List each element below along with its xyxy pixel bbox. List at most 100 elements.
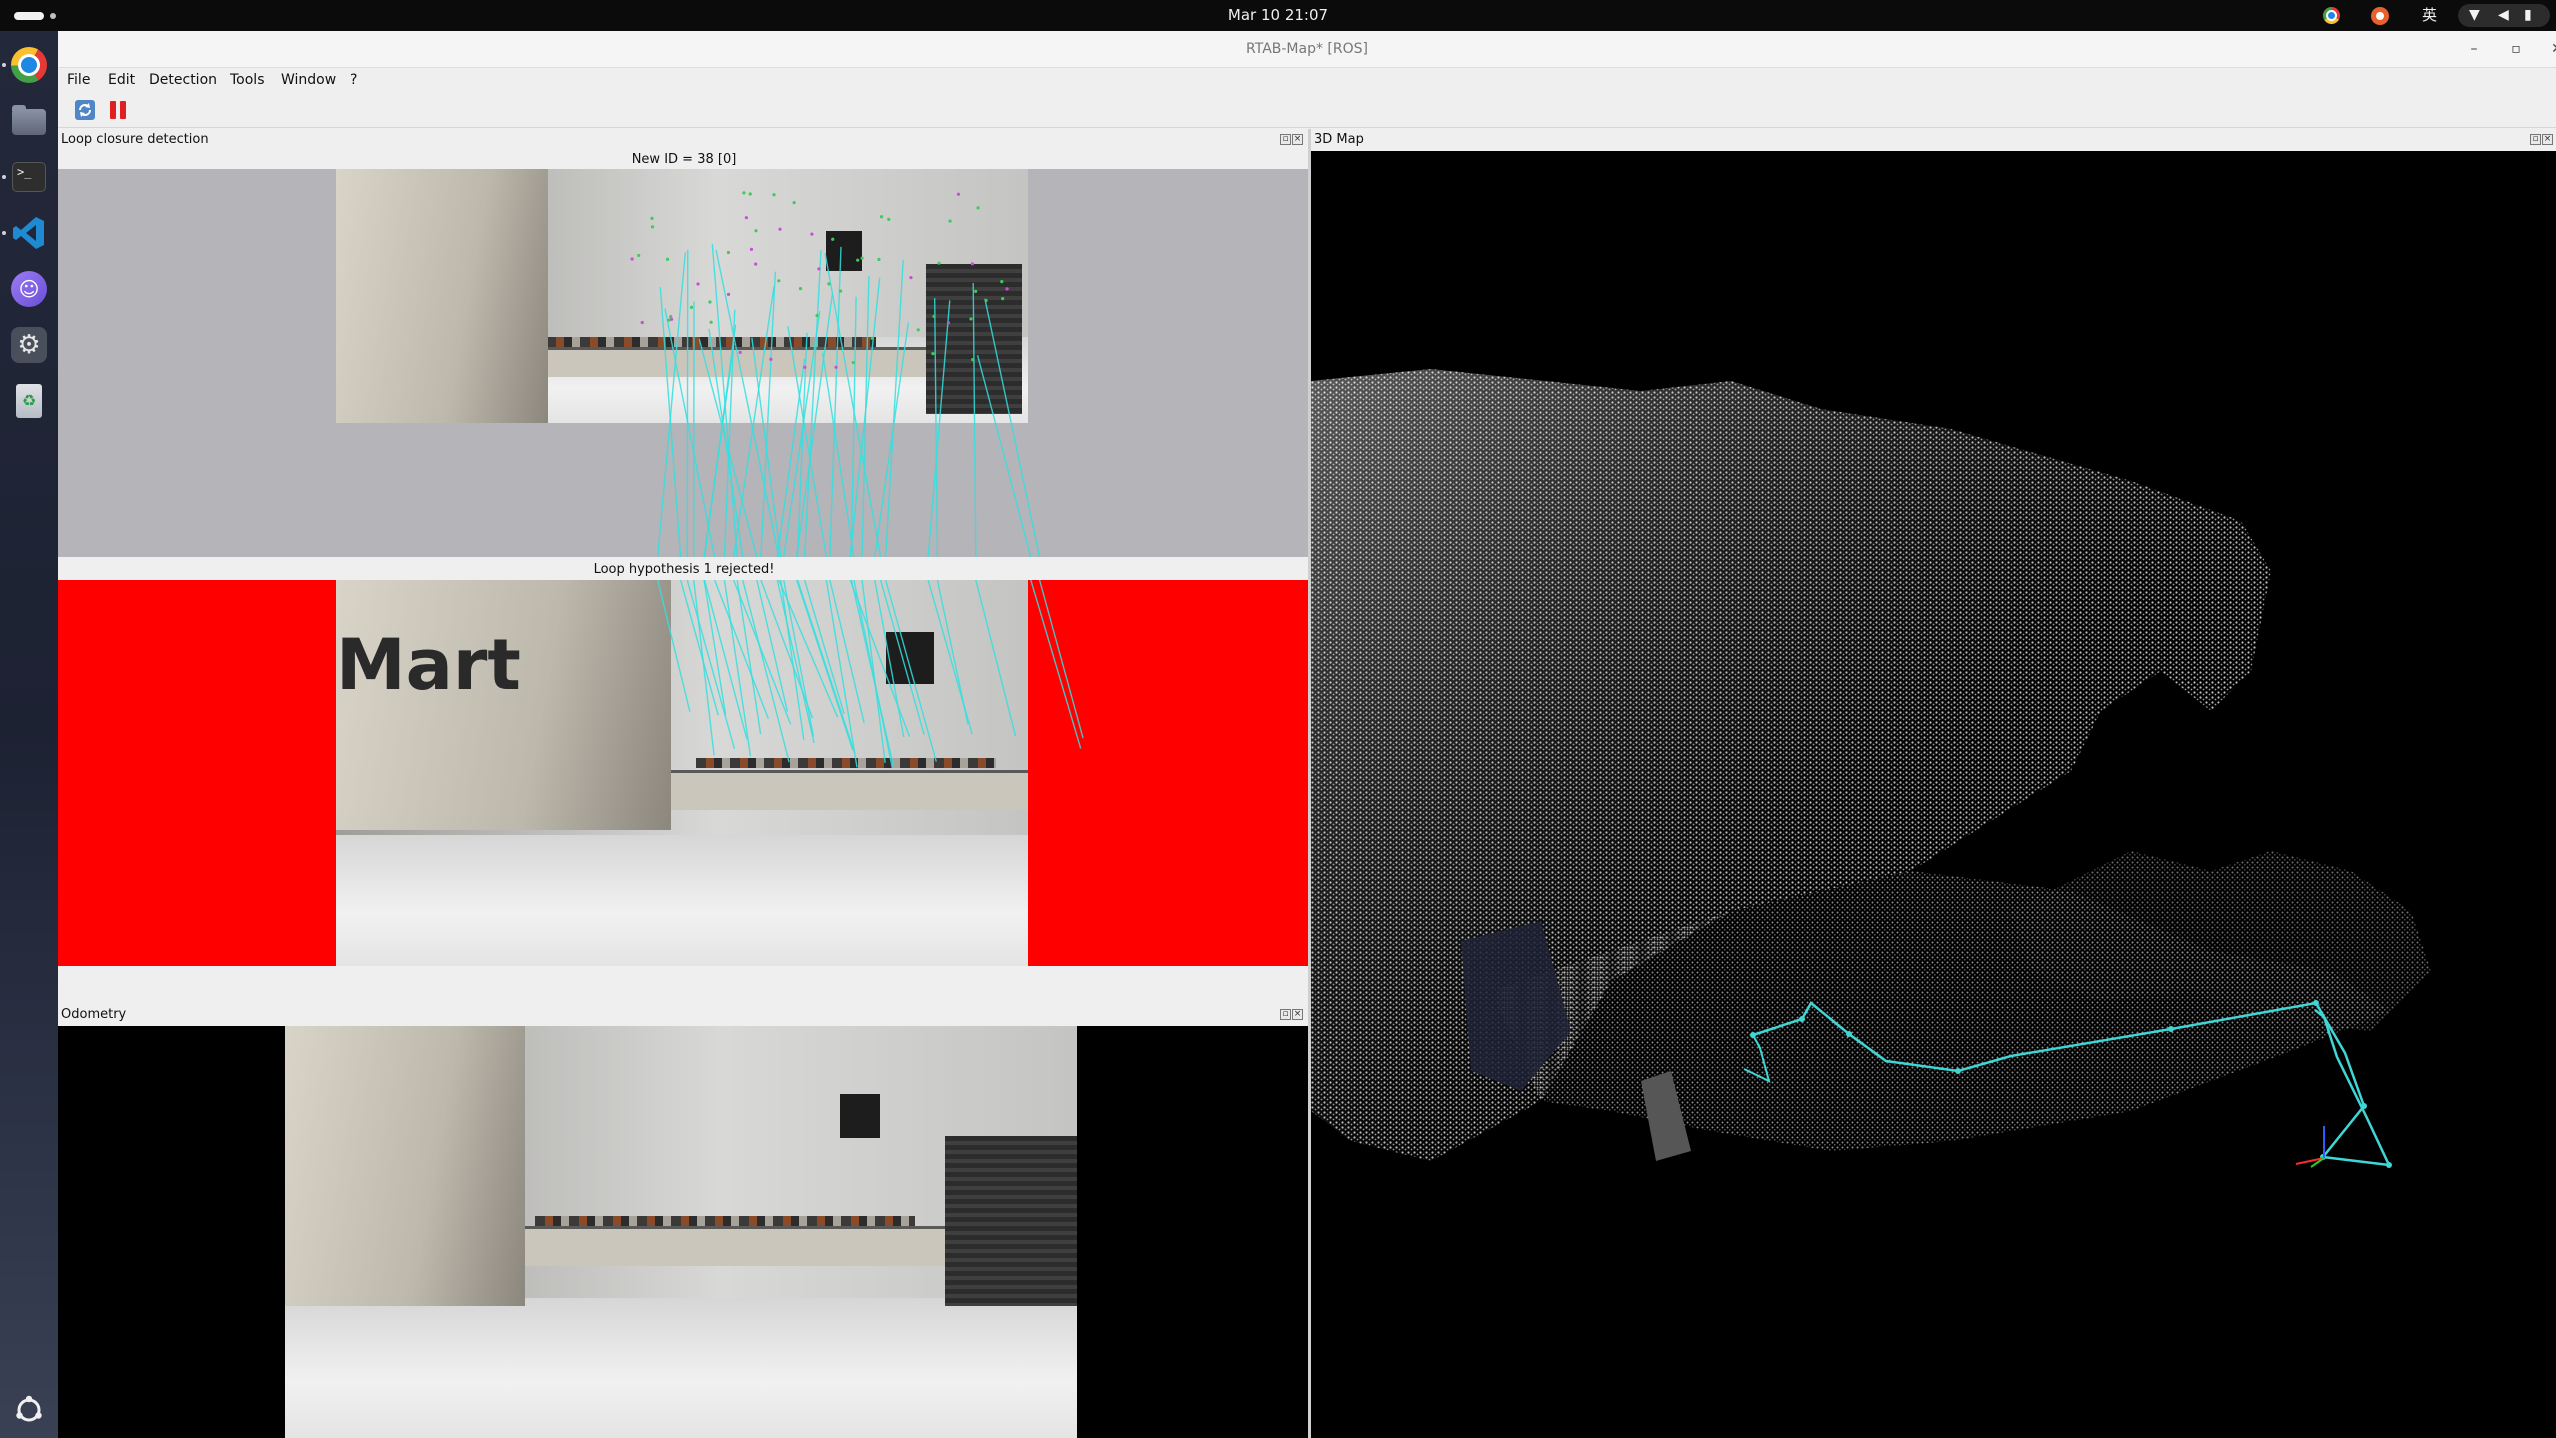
menu-help[interactable]: ? <box>350 68 357 92</box>
loop-image-view[interactable]: Mart <box>58 580 1308 966</box>
map-panel-title: 3D Map <box>1314 132 1364 147</box>
toolbar <box>58 92 2556 128</box>
menu-tools[interactable]: Tools <box>230 68 265 92</box>
feature-match-line <box>780 580 805 741</box>
terminal-prompt-glyph: >_ <box>12 162 46 192</box>
keypoint <box>1000 279 1004 284</box>
menu-window[interactable]: Window <box>281 68 336 92</box>
wall-board <box>840 1094 880 1138</box>
panel-float-button[interactable]: ▫ <box>1280 134 1291 145</box>
map-panel-header[interactable]: 3D Map ▫ × <box>1311 129 2556 151</box>
feature-match-line <box>760 271 777 557</box>
input-method-indicator[interactable]: 英 <box>2422 0 2437 31</box>
keypoint <box>744 216 748 220</box>
keypoint <box>827 282 831 286</box>
feature-match-line <box>1038 580 1084 739</box>
trajectory-graph <box>1743 1000 2392 1168</box>
vscode-icon[interactable] <box>8 212 50 254</box>
keypoint <box>877 257 881 262</box>
terminal-icon[interactable]: >_ <box>8 156 50 198</box>
keypoint <box>856 258 860 262</box>
menu-detection[interactable]: Detection <box>149 68 217 92</box>
keypoint <box>984 298 988 303</box>
odometry-camera-image <box>285 1026 1077 1438</box>
odometry-panel-header[interactable]: Odometry ▫ × <box>58 1004 1310 1026</box>
show-apps-icon[interactable] <box>8 1389 50 1431</box>
wifi-icon: ▼ <box>2469 7 2480 23</box>
keypoint <box>754 262 758 266</box>
feature-matches-overlay <box>630 191 1041 557</box>
keypoint <box>956 192 961 196</box>
panel-float-button[interactable]: ▫ <box>1280 1009 1291 1020</box>
keypoint <box>650 216 654 220</box>
refresh-icon[interactable] <box>74 99 96 121</box>
settings-icon[interactable]: ⚙ <box>8 324 50 366</box>
feature-match-line <box>664 308 716 557</box>
chrome-tray-icon[interactable] <box>2323 7 2340 24</box>
foreground-box <box>285 1026 525 1306</box>
feature-match-line <box>803 580 845 715</box>
feature-match-line <box>936 580 969 725</box>
3d-map-view[interactable] <box>1311 151 2556 1438</box>
minimize-button[interactable]: – <box>2459 31 2489 68</box>
keypoint <box>640 320 644 325</box>
loop-closure-panel-header[interactable]: Loop closure detection ▫ × <box>58 129 1310 151</box>
menu-edit[interactable]: Edit <box>108 68 135 92</box>
feature-match-line <box>796 580 856 754</box>
pose-axes <box>2295 1126 2325 1168</box>
workbench <box>525 1226 945 1266</box>
menu-file[interactable]: File <box>67 68 90 92</box>
keypoint <box>778 227 782 231</box>
feature-match-line <box>686 249 689 557</box>
keypoint <box>815 313 819 318</box>
keypoint <box>976 206 980 210</box>
keypoint <box>726 250 731 255</box>
system-status-menu[interactable]: ▼ ◀ ▮ <box>2458 4 2550 27</box>
panel-float-button[interactable]: ▫ <box>2530 134 2541 145</box>
panel-close-button[interactable]: × <box>1292 1009 1303 1020</box>
running-indicator <box>2 231 6 235</box>
running-indicator <box>2 63 6 67</box>
keypoint <box>709 320 713 324</box>
keypoint <box>749 247 754 252</box>
keypoint <box>667 318 671 322</box>
feature-match-line <box>884 259 904 557</box>
clock[interactable]: Mar 10 21:07 <box>0 0 2556 31</box>
feature-match-line <box>861 580 886 763</box>
trash-icon[interactable]: ♻ <box>8 380 50 422</box>
keypoint <box>970 262 974 266</box>
maximize-button[interactable]: ▫ <box>2501 31 2531 68</box>
files-icon[interactable] <box>8 100 50 142</box>
feature-match-line <box>778 580 839 718</box>
keypoint <box>689 305 694 309</box>
chrome-icon[interactable] <box>8 44 50 86</box>
keypoint <box>1005 287 1009 291</box>
keypoint <box>937 261 941 265</box>
feature-match-line <box>927 300 951 557</box>
keypoint <box>772 193 776 197</box>
keypoint <box>696 282 700 286</box>
new-image-view[interactable] <box>58 169 1308 557</box>
keypoint <box>969 317 973 321</box>
keypoint <box>932 314 936 319</box>
keypoint <box>726 292 731 296</box>
feature-match-line <box>972 282 977 557</box>
keypoint <box>748 192 752 196</box>
feature-match-line <box>1030 580 1082 749</box>
app-tray-icon[interactable] <box>2371 7 2389 25</box>
feature-match-line <box>884 580 937 762</box>
new-id-caption: New ID = 38 [0] <box>631 152 737 167</box>
window-titlebar[interactable]: RTAB-Map* [ROS] – ▫ ✕ <box>58 31 2556 68</box>
feature-match-line <box>657 252 687 557</box>
panel-close-button[interactable]: × <box>2542 134 2553 145</box>
menu-bar: File Edit Detection Tools Window ? <box>58 68 2556 92</box>
window-title: RTAB-Map* [ROS] <box>1246 41 1368 57</box>
pause-icon[interactable] <box>108 99 128 121</box>
odometry-image-view[interactable] <box>58 1026 1308 1438</box>
feature-match-line <box>874 322 910 557</box>
running-indicator <box>2 175 6 179</box>
panel-close-button[interactable]: × <box>1292 134 1303 145</box>
close-button[interactable]: ✕ <box>2542 31 2556 68</box>
cat-app-icon[interactable]: ☺ <box>8 268 50 310</box>
keypoint <box>916 328 920 332</box>
